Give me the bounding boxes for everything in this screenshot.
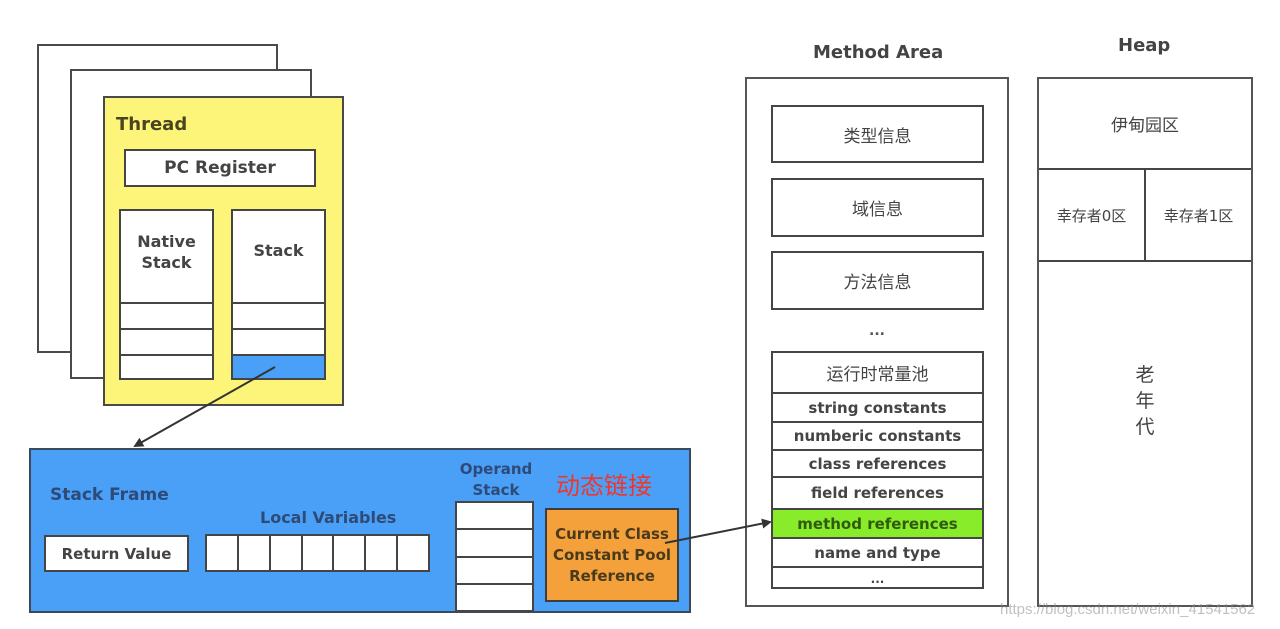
native-stack-label: Native Stack [137,232,196,272]
constant-pool-row: field references [773,478,982,510]
stack-frame-title: Stack Frame [50,485,169,505]
heap-old-generation: 老 年 代 [1039,262,1251,605]
method-area-item-method-info: 方法信息 [771,251,984,310]
runtime-constant-pool-title: 运行时常量池 [773,353,982,394]
heap: 伊甸园区 幸存者0区 幸存者1区 老 年 代 [1037,77,1253,607]
pc-register: PC Register [124,149,316,187]
heap-survivor1: 幸存者1区 [1146,170,1251,262]
method-area-ellipsis: ... [869,323,885,339]
operand-stack [455,501,534,612]
constant-pool-row: ... [870,571,885,586]
operand-stack-slot [455,555,534,585]
runtime-constant-pool: 运行时常量池 string constants numberic constant… [771,351,984,589]
operand-stack-slot [455,582,534,612]
local-variable-slot [300,534,335,572]
local-variable-slot [236,534,271,572]
local-variable-slot [396,534,430,572]
java-stack-slot [233,328,324,354]
dynamic-linking-label: 动态链接 [556,472,652,500]
method-area: 类型信息 域信息 方法信息 ... 运行时常量池 string constant… [745,77,1009,607]
constant-pool-reference: Current Class Constant Pool Reference [545,508,679,602]
old-generation-label: 老 年 代 [1135,364,1155,438]
constant-pool-row: string constants [773,394,982,423]
method-area-item-type-info: 类型信息 [771,105,984,163]
operand-stack-slot [455,528,534,558]
return-value: Return Value [44,535,189,572]
local-variable-slot [205,534,239,572]
java-stack: Stack [231,209,326,380]
thread-title: Thread [116,114,188,135]
heap-survivor0: 幸存者0区 [1039,170,1146,262]
method-area-title: Method Area [813,42,944,63]
native-stack: Native Stack [119,209,214,380]
watermark: https://blog.csdn.net/weixin_41541562 [1000,601,1256,618]
local-variable-slot [364,534,399,572]
operand-stack-label: Operand Stack [459,460,533,499]
native-stack-slot [121,354,212,378]
constant-pool-row: class references [773,451,982,478]
local-variable-slot [268,534,303,572]
pc-register-label: PC Register [164,158,276,178]
local-variables-array [205,534,430,572]
constant-pool-reference-label: Current Class Constant Pool Reference [552,524,672,585]
java-stack-slot-active [233,354,324,378]
return-value-label: Return Value [61,544,172,563]
stack-frame: Stack Frame Return Value Local Variables… [29,448,691,613]
constant-pool-row: name and type [773,539,982,568]
local-variable-slot [332,534,367,572]
heap-eden: 伊甸园区 [1039,79,1251,170]
constant-pool-row-highlighted: method references [773,510,982,539]
constant-pool-row: numberic constants [773,423,982,451]
local-variables-label: Local Variables [260,508,397,527]
native-stack-slot [121,302,212,328]
operand-stack-slot [455,501,534,531]
method-area-item-field-info: 域信息 [771,178,984,237]
java-stack-slot [233,302,324,328]
java-stack-label: Stack [253,241,304,260]
heap-title: Heap [1118,35,1171,56]
native-stack-slot [121,328,212,354]
thread-box: Thread PC Register Native Stack Stack [103,96,344,406]
